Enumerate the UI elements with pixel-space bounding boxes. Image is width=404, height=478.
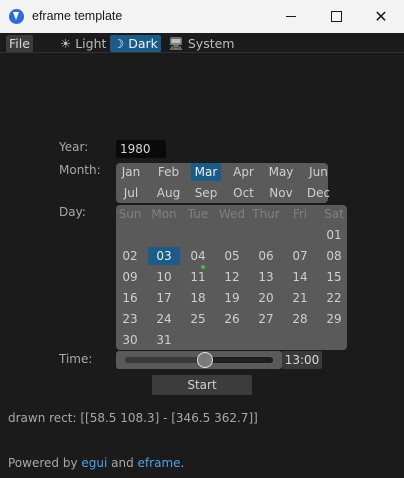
drawn-rect-readout: drawn rect: [[58.5 108.3] - [346.5 362.7… <box>8 411 258 425</box>
day-option[interactable]: 20 <box>250 289 282 307</box>
month-option[interactable]: Nov <box>266 184 296 202</box>
day-option[interactable]: 03 <box>148 247 180 265</box>
day-option[interactable]: 01 <box>318 226 350 244</box>
theme-system-label: System <box>187 36 235 51</box>
footer: Powered by egui and eframe. <box>8 456 184 470</box>
weekday-label: Mon <box>151 207 177 221</box>
day-option[interactable]: 16 <box>114 289 146 307</box>
day-option[interactable]: 21 <box>284 289 316 307</box>
egui-link[interactable]: egui <box>81 456 107 470</box>
theme-system-button[interactable]: 🖥 System <box>165 35 237 52</box>
day-option[interactable]: 22 <box>318 289 350 307</box>
month-option[interactable]: Aug <box>154 184 184 202</box>
day-option[interactable]: 11 <box>182 268 214 286</box>
day-option[interactable]: 05 <box>216 247 248 265</box>
year-input[interactable]: 1980 <box>116 140 166 158</box>
month-label: Month: <box>59 163 101 177</box>
day-option[interactable]: 27 <box>250 310 282 328</box>
day-option[interactable]: 24 <box>148 310 180 328</box>
weekday-label: Sun <box>118 207 142 221</box>
app-icon <box>9 9 24 24</box>
time-slider-fill <box>125 357 205 363</box>
close-icon: ✕ <box>374 7 388 26</box>
today-indicator <box>201 265 205 269</box>
window-title: eframe template <box>32 9 123 23</box>
day-option[interactable]: 13 <box>250 268 282 286</box>
day-label: Day: <box>59 205 86 219</box>
weekday-label: Fri <box>292 207 308 221</box>
start-button[interactable]: Start <box>152 375 252 395</box>
title-bar: eframe template ✕ <box>0 0 404 33</box>
month-option[interactable]: Mar <box>191 163 221 181</box>
weekday-label: Sat <box>324 207 344 221</box>
month-option[interactable]: May <box>266 163 296 181</box>
day-option[interactable]: 26 <box>216 310 248 328</box>
day-option[interactable]: 10 <box>148 268 180 286</box>
sun-icon: ☀ <box>60 36 72 51</box>
day-option[interactable]: 09 <box>114 268 146 286</box>
day-option[interactable]: 18 <box>182 289 214 307</box>
footer-middle: and <box>107 456 138 470</box>
time-slider-handle[interactable] <box>196 352 213 368</box>
time-value[interactable]: 13:00 <box>282 351 322 369</box>
day-option[interactable]: 19 <box>216 289 248 307</box>
footer-prefix: Powered by <box>8 456 82 470</box>
minimize-button[interactable] <box>268 0 314 33</box>
day-option[interactable]: 06 <box>250 247 282 265</box>
theme-light-label: Light <box>75 36 107 51</box>
month-option[interactable]: Jul <box>116 184 146 202</box>
day-option[interactable]: 02 <box>114 247 146 265</box>
menu-bar: File ☀ Light ☽ Dark 🖥 System <box>0 33 404 53</box>
weekday-label: Wed <box>218 207 246 221</box>
month-option[interactable]: Jan <box>116 163 146 181</box>
day-option[interactable]: 23 <box>114 310 146 328</box>
day-option[interactable]: 31 <box>148 331 180 349</box>
month-option[interactable]: Feb <box>154 163 184 181</box>
month-option[interactable]: Sep <box>191 184 221 202</box>
file-menu[interactable]: File <box>6 35 33 52</box>
eframe-link[interactable]: eframe <box>138 456 181 470</box>
footer-suffix: . <box>180 456 185 470</box>
day-option[interactable]: 25 <box>182 310 214 328</box>
time-label: Time: <box>59 352 93 366</box>
day-option[interactable]: 14 <box>284 268 316 286</box>
weekday-label: Thur <box>252 207 280 221</box>
day-option[interactable]: 17 <box>148 289 180 307</box>
theme-dark-label: Dark <box>128 36 158 51</box>
day-option[interactable]: 15 <box>318 268 350 286</box>
year-label: Year: <box>59 140 89 154</box>
maximize-button[interactable] <box>313 0 359 33</box>
day-option[interactable]: 04 <box>182 247 214 265</box>
day-option[interactable]: 07 <box>284 247 316 265</box>
day-option[interactable]: 08 <box>318 247 350 265</box>
weekday-label: Tue <box>187 207 209 221</box>
month-option[interactable]: Oct <box>229 184 259 202</box>
day-option[interactable]: 30 <box>114 331 146 349</box>
close-button[interactable]: ✕ <box>358 0 404 33</box>
day-option[interactable]: 28 <box>284 310 316 328</box>
month-option[interactable]: Jun <box>304 163 334 181</box>
theme-dark-button[interactable]: ☽ Dark <box>110 35 161 52</box>
month-selector <box>116 163 328 203</box>
theme-light-button[interactable]: ☀ Light <box>57 35 109 52</box>
monitor-icon: 🖥 <box>168 36 184 51</box>
month-option[interactable]: Apr <box>229 163 259 181</box>
day-option[interactable]: 12 <box>216 268 248 286</box>
month-option[interactable]: Dec <box>304 184 334 202</box>
day-option[interactable]: 29 <box>318 310 350 328</box>
moon-icon: ☽ <box>113 36 125 51</box>
